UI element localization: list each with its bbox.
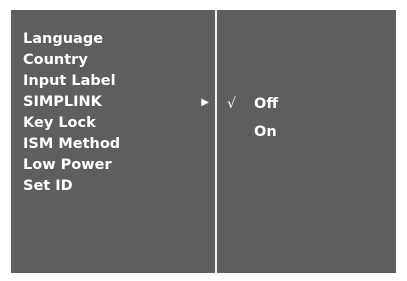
option-label: On [254,124,277,140]
menu-item-label: Country [23,52,88,68]
menu-item-label: Low Power [23,157,112,173]
simplink-option-list: √ Off On [217,93,396,149]
menu-item-label: Key Lock [23,115,96,131]
simplink-submenu-panel: √ Off On [217,10,396,273]
menu-item-label: Input Label [23,73,116,89]
menu-item-language[interactable]: Language [11,29,215,50]
option-menu-panel: Language Country Input Label SIMPLINK ▶ … [11,10,215,273]
menu-item-label: SIMPLINK [23,94,102,110]
osd-menu-window: Language Country Input Label SIMPLINK ▶ … [11,10,396,273]
menu-item-key-lock[interactable]: Key Lock [11,113,215,134]
triangle-right-icon: ▶ [201,97,209,108]
checkmark-icon: √ [227,96,236,112]
menu-item-low-power[interactable]: Low Power [11,155,215,176]
menu-item-set-id[interactable]: Set ID [11,176,215,197]
menu-item-country[interactable]: Country [11,50,215,71]
menu-item-label: Language [23,31,104,47]
menu-item-input-label[interactable]: Input Label [11,71,215,92]
option-on[interactable]: On [217,121,396,149]
option-menu-list: Language Country Input Label SIMPLINK ▶ … [11,29,215,197]
option-label: Off [254,96,279,112]
menu-item-label: Set ID [23,178,73,194]
option-off[interactable]: √ Off [217,93,396,121]
menu-item-label: ISM Method [23,136,121,152]
menu-item-simplink[interactable]: SIMPLINK ▶ [11,92,215,113]
menu-item-ism-method[interactable]: ISM Method [11,134,215,155]
